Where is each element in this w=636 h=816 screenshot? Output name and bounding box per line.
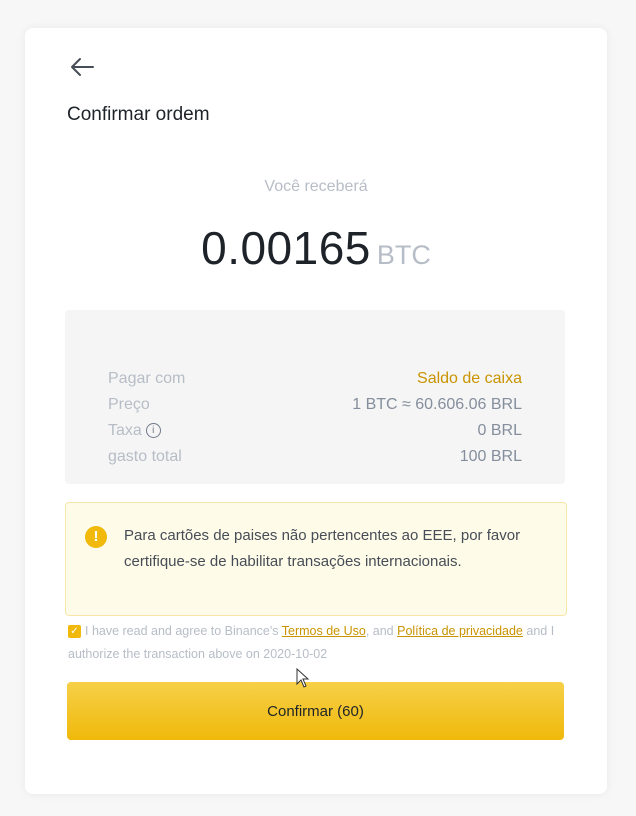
detail-label: Taxa — [108, 422, 142, 439]
privacy-link[interactable]: Política de privacidade — [397, 624, 523, 638]
confirm-order-card: Confirmar ordem Você receberá 0.00165 BTC… — [25, 28, 607, 794]
receive-label: Você receberá — [264, 178, 368, 195]
agreement-before: I have read and agree to Binance's — [85, 624, 279, 638]
receive-amount-value: 0.00165 — [201, 222, 371, 274]
receive-amount-unit: BTC — [376, 240, 431, 270]
agreement-text: ✓ I have read and agree to Binance's Term… — [68, 620, 568, 666]
detail-row-price: Preço 1 BTC ≈ 60.606.06 BRL — [108, 392, 522, 418]
warning-text: Para cartões de paises não pertencentes … — [124, 527, 521, 570]
receive-amount: 0.00165 BTC — [25, 221, 607, 275]
warning-icon: ! — [85, 526, 107, 548]
detail-value: Saldo de caixa — [417, 370, 522, 387]
info-icon[interactable]: i — [145, 423, 161, 439]
detail-label: gasto total — [108, 448, 182, 465]
detail-label: Preço — [108, 396, 150, 413]
agreement-and: , and — [365, 624, 394, 638]
confirm-button[interactable]: Confirmar (60) — [67, 682, 564, 740]
mouse-cursor-icon — [296, 667, 310, 694]
order-details-panel: Pagar com Saldo de caixa Preço 1 BTC ≈ 6… — [65, 310, 565, 484]
detail-label-wrap: Taxa i — [108, 418, 161, 444]
agree-checkbox[interactable]: ✓ — [68, 625, 81, 639]
detail-row-pay-with: Pagar com Saldo de caixa — [108, 366, 522, 392]
detail-value: 0 BRL — [477, 422, 522, 439]
warning-box: ! Para cartões de paises não pertencente… — [65, 502, 567, 616]
detail-row-total: gasto total 100 BRL — [108, 444, 522, 470]
detail-value: 100 BRL — [459, 448, 522, 465]
detail-label: Pagar com — [108, 370, 186, 387]
detail-row-fee: Taxa i 0 BRL — [108, 418, 522, 444]
detail-value: 1 BTC ≈ 60.606.06 BRL — [352, 396, 522, 413]
page-title: Confirmar ordem — [67, 104, 210, 125]
terms-link[interactable]: Termos de Uso — [282, 624, 366, 638]
back-arrow-icon[interactable] — [69, 56, 95, 78]
